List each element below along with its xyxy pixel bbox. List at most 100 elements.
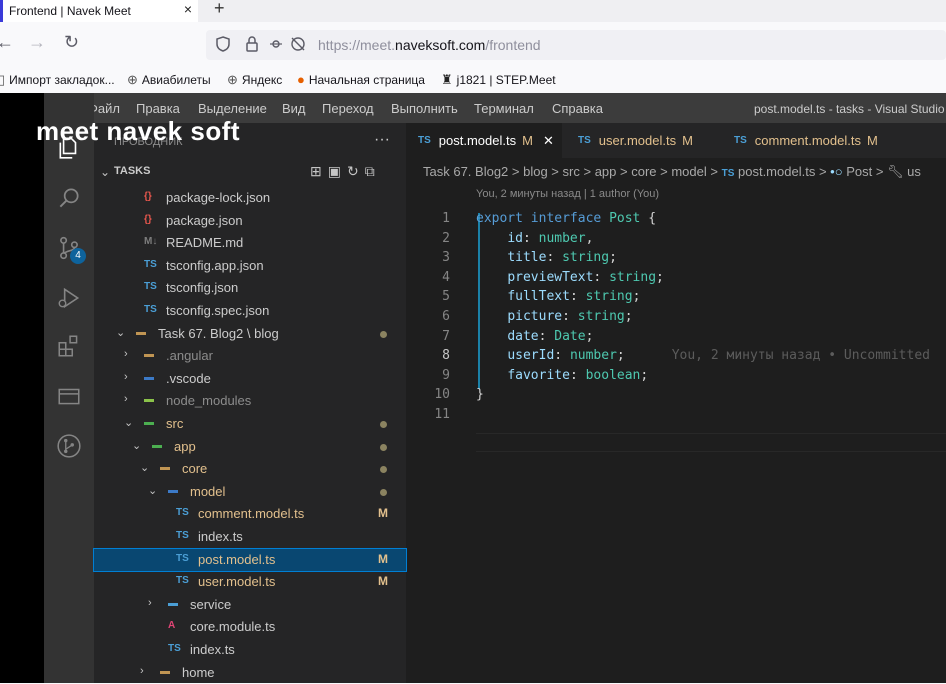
tab-comment-model[interactable]: TS comment.model.ts M	[722, 123, 922, 158]
run-debug-icon[interactable]	[56, 285, 82, 311]
code-line[interactable]: previewText: string;	[476, 270, 664, 285]
shield-icon[interactable]	[216, 36, 230, 56]
file-type-icon: ▬	[144, 417, 154, 428]
tree-item[interactable]: Acore.module.ts	[94, 616, 406, 638]
code-line[interactable]: id: number,	[476, 231, 593, 246]
codelens-blame[interactable]: You, 2 минуты назад | 1 author (You)	[476, 188, 659, 200]
collapse-all-icon[interactable]: ⧉	[365, 163, 381, 179]
file-type-icon: TS	[176, 575, 189, 587]
browser-tab-title: Frontend | Navek Meet	[9, 4, 131, 18]
menu-run[interactable]: Выполнить	[391, 101, 458, 116]
tree-item[interactable]: › ▬ node_modules	[94, 390, 406, 412]
tree-item-label: post.model.ts	[198, 551, 276, 567]
tab-user-model[interactable]: TS user.model.ts M	[566, 123, 716, 158]
back-icon[interactable]: ←	[0, 32, 14, 53]
tree-item[interactable]: TS index.ts	[94, 526, 406, 548]
tree-item[interactable]: › ▬ .vscode	[94, 368, 406, 390]
tab-post-model[interactable]: TS post.model.ts M ✕	[406, 123, 562, 158]
extensions-icon[interactable]	[56, 333, 82, 359]
menu-view[interactable]: Вид	[282, 101, 306, 116]
url-text[interactable]: https://meet.naveksoft.com/frontend	[318, 37, 541, 53]
chevron-right-icon[interactable]: ›	[140, 665, 144, 677]
reload-icon[interactable]: ↻	[64, 32, 79, 53]
git-graph-icon[interactable]	[56, 433, 82, 459]
url-bar[interactable]	[206, 30, 946, 60]
workspace-title[interactable]: TASKS	[114, 165, 150, 177]
menu-selection[interactable]: Выделение	[198, 101, 267, 116]
tree-item[interactable]: TS comment.model.ts M	[94, 503, 406, 525]
chevron-down-icon[interactable]: ⌄	[100, 165, 110, 179]
remote-explorer-icon[interactable]	[56, 383, 82, 409]
breadcrumb[interactable]: Task 67. Blog2 > blog > src > app > core…	[423, 164, 921, 180]
new-folder-icon[interactable]: ▣	[328, 163, 347, 179]
new-tab-icon[interactable]: +	[214, 0, 225, 19]
menu-help[interactable]: Справка	[552, 101, 603, 116]
chevron-down-icon[interactable]: ⌄	[140, 461, 149, 474]
tree-item[interactable]: ⌄ ▬ app	[94, 436, 406, 458]
bookmark-step-meet[interactable]: ♜ j1821 | STEP.Meet	[441, 72, 556, 88]
chevron-down-icon[interactable]: ⌄	[124, 416, 133, 429]
more-actions-icon[interactable]: ···	[374, 131, 390, 149]
tree-item[interactable]: TS tsconfig.spec.json	[94, 300, 406, 322]
modified-dot	[380, 421, 387, 428]
tree-item[interactable]: › ▬ home	[94, 662, 406, 684]
explorer-toolbar: ⊞▣↻⧉	[310, 163, 381, 180]
tree-item[interactable]: TS user.model.ts M	[94, 571, 406, 593]
bookmark-import[interactable]: ▯ Импорт закладок...	[0, 72, 115, 88]
code-line[interactable]: }	[476, 387, 484, 402]
close-icon[interactable]: ×	[184, 1, 192, 17]
code-line[interactable]: date: Date;	[476, 329, 593, 344]
menu-terminal[interactable]: Терминал	[474, 101, 534, 116]
tree-item[interactable]: {} package.json	[94, 210, 406, 232]
chevron-down-icon[interactable]: ⌄	[148, 484, 157, 497]
chevron-down-icon[interactable]: ⌄	[116, 326, 125, 339]
firefox-icon: ●	[297, 72, 305, 87]
git-status-badge: M	[378, 506, 388, 521]
chevron-right-icon[interactable]: ›	[124, 393, 128, 405]
chevron-right-icon[interactable]: ›	[124, 371, 128, 383]
file-type-icon: TS	[168, 643, 181, 654]
bookmark-yandex[interactable]: ⊕ Яндекс	[227, 72, 282, 88]
tree-item[interactable]: {} package-lock.json	[94, 187, 406, 209]
tree-item[interactable]: TS tsconfig.json	[94, 277, 406, 299]
tree-item[interactable]: TS post.model.ts M	[93, 547, 407, 572]
new-file-icon[interactable]: ⊞	[310, 163, 328, 179]
typescript-icon: TS	[734, 135, 747, 146]
tree-item[interactable]: ⌄ ▬ model	[94, 481, 406, 503]
lock-icon[interactable]	[245, 36, 259, 56]
code-line[interactable]: title: string;	[476, 250, 617, 265]
code-line[interactable]: export interface Post {	[476, 211, 656, 226]
chevron-down-icon[interactable]: ⌄	[132, 439, 141, 452]
tree-item[interactable]: › ▬ service	[94, 594, 406, 616]
tree-item[interactable]: ⌄ ▬ core	[94, 458, 406, 480]
chevron-right-icon[interactable]: ›	[124, 348, 128, 360]
file-type-icon: TS	[144, 281, 157, 293]
browser-tab[interactable]: Frontend | Navek Meet ×	[0, 0, 198, 22]
close-icon[interactable]: ✕	[543, 133, 554, 149]
chevron-right-icon[interactable]: ›	[148, 597, 152, 609]
code-line[interactable]: picture: string;	[476, 309, 632, 324]
search-icon[interactable]	[56, 185, 82, 211]
menu-go[interactable]: Переход	[322, 101, 374, 116]
code-editor[interactable]: 1 export interface Post {2 id: number, 3 t…	[406, 201, 946, 683]
tree-item-label: index.ts	[190, 642, 235, 657]
tree-item-label: tsconfig.json	[166, 280, 239, 296]
code-line[interactable]: favorite: boolean;	[476, 368, 648, 383]
forward-icon[interactable]: →	[28, 32, 46, 53]
bookmark-aviabilety[interactable]: ⊕ Авиабилеты	[127, 72, 211, 88]
tree-item[interactable]: ⌄ ▬ src	[94, 413, 406, 435]
code-line[interactable]: fullText: string;	[476, 289, 640, 304]
bookmark-start-page[interactable]: ● Начальная страница	[297, 72, 425, 87]
tree-item[interactable]: TS tsconfig.app.json	[94, 255, 406, 277]
tree-item[interactable]: TS index.ts	[94, 639, 406, 661]
tree-item[interactable]: › ▬ .angular	[94, 345, 406, 367]
tree-item[interactable]: ⌄ ▬ Task 67. Blog2 \ blog	[94, 323, 406, 345]
permissions-icon[interactable]	[270, 36, 310, 56]
code-line[interactable]: userId: number; You, 2 минуты назад • Un…	[476, 348, 930, 363]
file-type-icon: M↓	[144, 236, 158, 248]
wrench-icon: 🔧︎	[887, 164, 904, 179]
menu-edit[interactable]: Правка	[136, 101, 180, 116]
file-type-icon: TS	[144, 258, 157, 270]
refresh-icon[interactable]: ↻	[347, 163, 365, 179]
tree-item[interactable]: M↓ README.md	[94, 232, 406, 254]
